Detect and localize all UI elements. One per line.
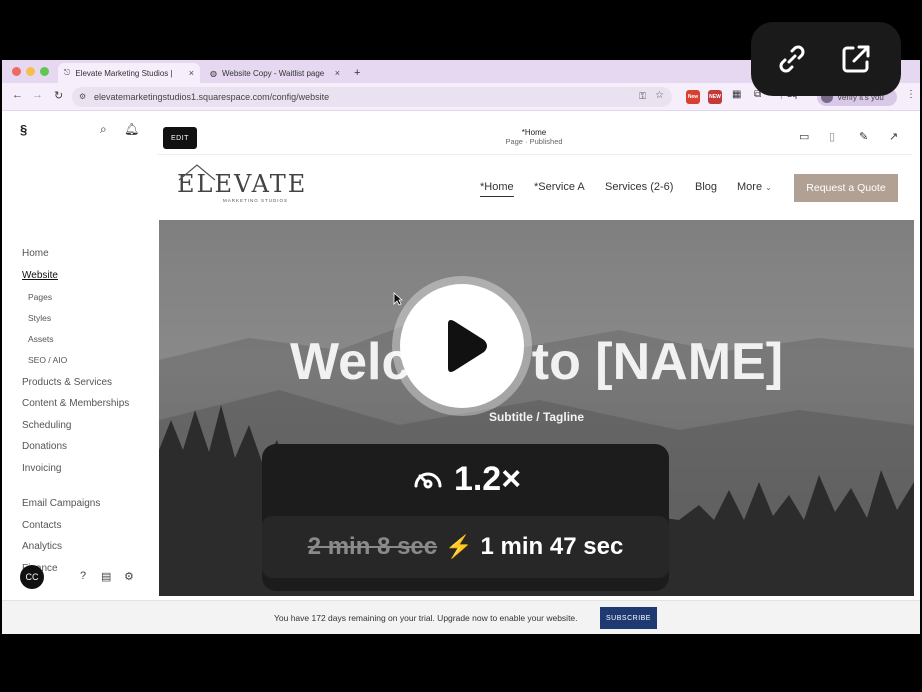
sidebar-item-invoicing[interactable]: Invoicing: [22, 463, 61, 474]
duration-row: 2 min 8 sec ⚡ 1 min 47 sec: [262, 516, 669, 578]
sidebar-item-donations[interactable]: Donations: [22, 441, 67, 452]
sidebar: § ⌕ 🔔︎ Home Website Pages Styles Assets …: [2, 112, 157, 602]
edit-button[interactable]: EDIT: [163, 127, 197, 149]
nav-service-a[interactable]: *Service A: [534, 181, 585, 193]
sidebar-item-analytics[interactable]: Analytics: [22, 541, 62, 552]
url-text: elevatemarketingstudios1.squarespace.com…: [94, 92, 330, 102]
hero-title: Welcome to [NAME]: [289, 333, 784, 391]
original-duration: 2 min 8 sec: [307, 533, 438, 560]
nav-more[interactable]: More ⌄: [737, 181, 772, 193]
reload-icon[interactable]: ↻: [54, 89, 63, 102]
site-styles-brush-icon[interactable]: ✎: [859, 130, 868, 143]
lightning-bolt-icon: ⚡: [445, 534, 473, 559]
key-icon[interactable]: ⚿: [639, 91, 646, 102]
hero-subtitle: Subtitle / Tagline: [488, 410, 585, 424]
minimize-window-button[interactable]: [26, 67, 35, 76]
sidebar-subitem-pages[interactable]: Pages: [28, 292, 52, 302]
avatar[interactable]: CC: [20, 565, 44, 589]
url-field[interactable]: ⚙ elevatemarketingstudios1.squarespace.c…: [72, 87, 672, 107]
chevron-down-icon: ⌄: [765, 183, 772, 192]
forward-arrow-icon[interactable]: →: [32, 89, 43, 101]
back-arrow-icon[interactable]: ←: [12, 89, 23, 101]
apps-grid-icon[interactable]: ▦: [732, 89, 741, 100]
close-window-button[interactable]: [12, 67, 21, 76]
open-external-icon[interactable]: [839, 42, 873, 76]
sidebar-item-email[interactable]: Email Campaigns: [22, 498, 100, 509]
sidebar-subitem-styles[interactable]: Styles: [28, 313, 51, 323]
house-roof-icon: [178, 164, 216, 181]
site-header: ELEVATE MARKETING STUDIOS *Home *Service…: [159, 156, 914, 220]
play-button-face: [400, 284, 524, 408]
apps-icon[interactable]: ▤: [101, 570, 111, 583]
sidebar-item-products[interactable]: Products & Services: [22, 377, 112, 388]
nav-home[interactable]: *Home: [480, 181, 514, 197]
globe-icon: ◍: [210, 68, 217, 78]
close-tab-icon[interactable]: ×: [335, 68, 340, 78]
play-triangle-icon: [448, 320, 487, 372]
playback-speed-card: 1.2× 2 min 8 sec ⚡ 1 min 47 sec: [262, 444, 669, 591]
sidebar-item-home[interactable]: Home: [22, 248, 49, 259]
exit-arrow-icon[interactable]: ↗: [889, 130, 898, 143]
squarespace-logo-icon[interactable]: §: [20, 122, 27, 137]
browser-tab-website-copy[interactable]: ◍ Website Copy - Waitlist page ×: [204, 63, 346, 83]
site-logo[interactable]: ELEVATE MARKETING STUDIOS: [177, 164, 307, 203]
page-status: *Home Page · Published: [457, 128, 611, 146]
speedometer-icon: [414, 472, 442, 488]
new-duration: 1 min 47 sec: [480, 533, 624, 560]
playback-speed: 1.2×: [453, 460, 522, 498]
sidebar-item-website[interactable]: Website: [22, 270, 58, 281]
editor-toolbar: EDIT *Home Page · Published ▭ ▯ ✎ ↗: [157, 123, 912, 155]
help-icon[interactable]: ?: [80, 570, 86, 582]
page-title: *Home: [521, 128, 547, 137]
share-controls: [751, 22, 901, 96]
request-quote-button[interactable]: Request a Quote: [794, 174, 898, 202]
nav-blog[interactable]: Blog: [695, 181, 717, 193]
trial-message: You have 172 days remaining on your tria…: [274, 613, 578, 623]
bell-icon[interactable]: 🔔︎: [124, 122, 139, 136]
extension-new-1-icon[interactable]: New: [686, 90, 700, 104]
mobile-view-icon[interactable]: ▯: [829, 130, 835, 143]
tab-title: Website Copy - Waitlist page: [221, 68, 325, 78]
browser-tab-elevate[interactable]: ⎋ Elevate Marketing Studios | ×: [58, 63, 200, 83]
search-icon[interactable]: ⌕: [100, 122, 107, 137]
extension-new-2-icon[interactable]: NEW: [708, 90, 722, 104]
tab-title: Elevate Marketing Studios |: [75, 68, 173, 78]
speed-row: 1.2×: [262, 460, 669, 499]
nav-more-label: More: [737, 181, 763, 193]
sidebar-item-contacts[interactable]: Contacts: [22, 520, 61, 531]
subscribe-button[interactable]: SUBSCRIBE: [600, 607, 657, 629]
new-tab-button[interactable]: +: [348, 63, 366, 83]
browser-menu-icon[interactable]: ⋮: [906, 89, 916, 100]
maximize-window-button[interactable]: [40, 67, 49, 76]
desktop-view-icon[interactable]: ▭: [799, 130, 809, 143]
copy-link-icon[interactable]: [775, 42, 809, 76]
trial-banner: You have 172 days remaining on your tria…: [2, 600, 920, 634]
sidebar-subitem-seo[interactable]: SEO / AIO: [28, 355, 67, 365]
squarespace-icon: ⎋: [64, 68, 71, 77]
close-tab-icon[interactable]: ×: [189, 68, 194, 78]
sidebar-subitem-assets[interactable]: Assets: [28, 334, 54, 344]
site-settings-icon[interactable]: ⚙: [79, 92, 86, 101]
nav-services[interactable]: Services (2-6): [605, 181, 673, 193]
page-state: Page · Published: [505, 137, 563, 146]
gear-icon[interactable]: ⚙: [124, 570, 134, 583]
play-button[interactable]: [392, 276, 532, 416]
sidebar-item-scheduling[interactable]: Scheduling: [22, 420, 71, 431]
bookmark-star-icon[interactable]: ☆: [655, 90, 664, 101]
sidebar-item-content[interactable]: Content & Memberships: [22, 398, 129, 409]
logo-tagline: MARKETING STUDIOS: [223, 198, 289, 203]
